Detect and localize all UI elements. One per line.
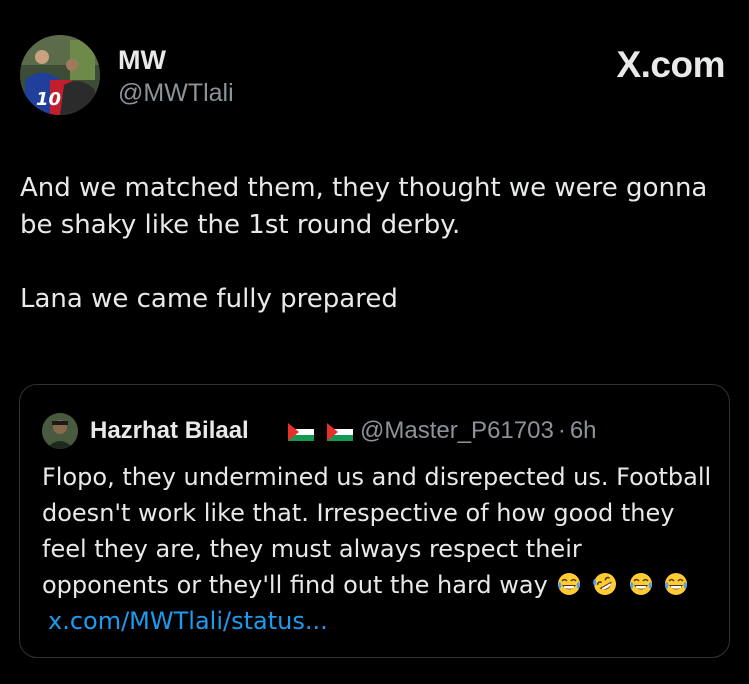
quoted-author-meta: @Master_P61703 · 6h bbox=[360, 416, 597, 446]
quoted-post-body: Flopo, they undermined us and disrepecte… bbox=[42, 459, 712, 639]
x-brand-logo: X.com bbox=[616, 44, 725, 85]
meta-separator: · bbox=[557, 417, 566, 444]
quoted-post-header: Hazrhat Bilaal @Master_P61703 · 6h bbox=[42, 413, 702, 449]
quoted-post-time[interactable]: 6h bbox=[570, 417, 597, 444]
quoted-author-handle[interactable]: @Master_P61703 bbox=[360, 417, 554, 444]
quoted-post-link[interactable]: x.com/MWTlali/status... bbox=[48, 607, 328, 635]
author-display-name[interactable]: MW bbox=[118, 45, 166, 75]
quoted-author-avatar[interactable] bbox=[42, 413, 78, 449]
avatar-jersey-number: 10 bbox=[36, 89, 61, 110]
quoted-post-card[interactable]: Hazrhat Bilaal @Master_P61703 · 6h Flopo, … bbox=[19, 384, 730, 658]
quoted-author-name[interactable]: Hazrhat Bilaal bbox=[90, 416, 249, 446]
quoted-author-flags bbox=[288, 423, 361, 441]
face-with-tears-of-joy-icon bbox=[629, 573, 652, 595]
avatar-photo-icon: 10 bbox=[20, 35, 100, 115]
author-handle[interactable]: @MWTlali bbox=[118, 78, 234, 108]
post-text-paragraph-2: Lana we came fully prepared bbox=[20, 284, 398, 314]
rolling-on-floor-laughing-icon bbox=[593, 573, 617, 595]
palestine-flag-icon bbox=[327, 423, 354, 441]
post-text-paragraph-1: And we matched them, they thought we wer… bbox=[20, 173, 708, 240]
post-header: 10 MW @MWTlali X.com bbox=[20, 35, 729, 120]
face-with-tears-of-joy-icon bbox=[665, 573, 688, 595]
palestine-flag-icon bbox=[288, 423, 314, 441]
quoted-avatar-photo-icon bbox=[42, 413, 78, 449]
face-with-tears-of-joy-icon bbox=[558, 573, 581, 595]
post-body: And we matched them, they thought we wer… bbox=[20, 170, 720, 318]
author-avatar[interactable]: 10 bbox=[20, 35, 100, 115]
